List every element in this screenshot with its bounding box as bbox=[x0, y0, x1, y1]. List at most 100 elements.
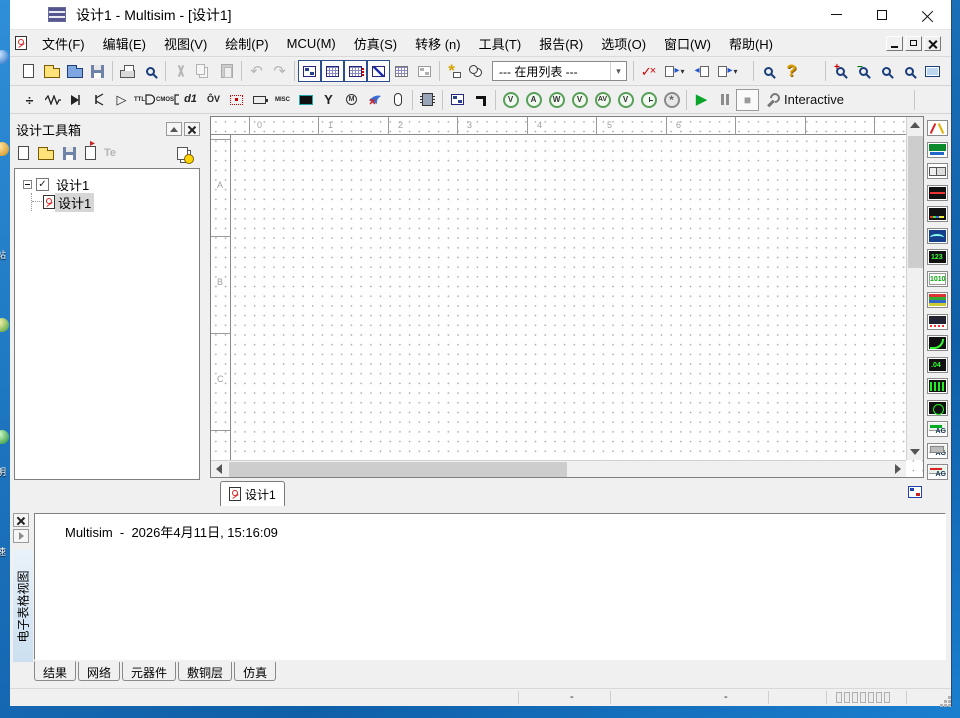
new-button[interactable] bbox=[17, 60, 40, 82]
close-button[interactable] bbox=[905, 0, 951, 29]
find-button[interactable] bbox=[757, 60, 780, 82]
tree-child-row[interactable]: 设计1 bbox=[15, 193, 199, 211]
place-indicator-button[interactable] bbox=[225, 89, 248, 111]
menu-mcu[interactable]: MCU(M) bbox=[278, 36, 345, 51]
print-preview-button[interactable] bbox=[139, 60, 162, 82]
tab-copper-layers[interactable]: 敷铜层 bbox=[178, 662, 232, 681]
power-probe-button[interactable]: W bbox=[545, 89, 568, 111]
document-icon[interactable] bbox=[15, 36, 27, 50]
tree-checkbox[interactable]: ✓ bbox=[36, 178, 49, 191]
menu-edit[interactable]: 编辑(E) bbox=[94, 34, 155, 53]
fullscreen-button[interactable] bbox=[921, 60, 944, 82]
logic-converter-button[interactable] bbox=[926, 312, 949, 332]
digital-probe-button[interactable] bbox=[637, 89, 660, 111]
recent-designs-icon[interactable] bbox=[177, 147, 188, 160]
scroll-right-icon[interactable] bbox=[895, 464, 901, 474]
menu-reports[interactable]: 报告(R) bbox=[530, 34, 592, 53]
mdi-restore-button[interactable] bbox=[905, 36, 922, 51]
place-analog-button[interactable]: ▷ bbox=[110, 89, 133, 111]
vertical-scroll-thumb[interactable] bbox=[908, 136, 923, 268]
open-button[interactable] bbox=[40, 60, 63, 82]
tree-child-label[interactable]: 设计1 bbox=[55, 193, 94, 212]
maximize-button[interactable] bbox=[859, 0, 905, 29]
help-button[interactable]: ? bbox=[780, 60, 803, 82]
iv-analyzer-button[interactable] bbox=[926, 333, 949, 353]
place-digital-button[interactable]: d1 bbox=[179, 89, 202, 111]
place-diode-button[interactable] bbox=[64, 89, 87, 111]
zoom-out-button[interactable]: − bbox=[852, 60, 875, 82]
forwardannotate-button[interactable]: ▸▾ bbox=[713, 60, 743, 82]
edit-hierarchy-icon[interactable] bbox=[908, 486, 922, 498]
voltage-reference-probe-button[interactable]: V bbox=[614, 89, 637, 111]
menu-simulate[interactable]: 仿真(S) bbox=[345, 34, 406, 53]
place-source-button[interactable]: ÷ bbox=[18, 89, 41, 111]
tab-nets[interactable]: 网络 bbox=[78, 662, 120, 681]
spectrum-analyzer-button[interactable] bbox=[926, 376, 949, 396]
menu-options[interactable]: 选项(O) bbox=[592, 34, 655, 53]
place-connector-button[interactable] bbox=[386, 89, 409, 111]
probe-settings-button[interactable]: * bbox=[660, 89, 683, 111]
horizontal-scroll-thumb[interactable] bbox=[229, 462, 567, 477]
paste-button[interactable] bbox=[215, 60, 238, 82]
place-misc-button[interactable]: MISC bbox=[271, 89, 294, 111]
place-mixed-button[interactable]: ÔV bbox=[202, 89, 225, 111]
scroll-up-icon[interactable] bbox=[910, 122, 920, 128]
spreadsheet-close-button[interactable] bbox=[13, 513, 29, 527]
menu-transfer[interactable]: 转移 (n) bbox=[406, 34, 470, 53]
cut-button[interactable] bbox=[169, 60, 192, 82]
word-generator-button[interactable]: 1010 bbox=[926, 269, 949, 289]
tab-results[interactable]: 结果 bbox=[34, 661, 76, 681]
place-ni-component-button[interactable] bbox=[363, 89, 386, 111]
mdi-close-button[interactable] bbox=[924, 36, 941, 51]
open-sample-button[interactable] bbox=[63, 60, 86, 82]
mdi-minimize-button[interactable] bbox=[886, 36, 903, 51]
hierarchical-block-button[interactable] bbox=[446, 89, 469, 111]
menu-file[interactable]: 文件(F) bbox=[33, 34, 94, 53]
vertical-scrollbar[interactable] bbox=[906, 117, 923, 460]
tab-simulation[interactable]: 仿真 bbox=[234, 662, 276, 681]
minimize-button[interactable] bbox=[813, 0, 859, 29]
menu-tools[interactable]: 工具(T) bbox=[470, 34, 531, 53]
scroll-left-icon[interactable] bbox=[216, 464, 222, 474]
zoom-fit-button[interactable] bbox=[898, 60, 921, 82]
print-button[interactable] bbox=[116, 60, 139, 82]
backannotate-button[interactable]: ◂ bbox=[690, 60, 713, 82]
database-manager-button[interactable] bbox=[466, 60, 489, 82]
place-electromechanical-button[interactable]: M bbox=[340, 89, 363, 111]
export-to-pcb-button[interactable]: ▸▾ bbox=[660, 60, 690, 82]
agilent-function-generator-button[interactable]: AG bbox=[926, 419, 949, 439]
run-simulation-button[interactable]: ▶ bbox=[690, 89, 713, 111]
zoom-in-button[interactable]: + bbox=[829, 60, 852, 82]
stop-simulation-button[interactable]: ■ bbox=[736, 89, 759, 111]
combobox-dropdown-icon[interactable]: ▾ bbox=[610, 62, 626, 80]
undo-button[interactable]: ↶ bbox=[245, 60, 268, 82]
in-use-list-combobox[interactable]: --- 在用列表 --- ▾ bbox=[492, 61, 627, 81]
voltage-current-probe-button[interactable]: AV bbox=[591, 89, 614, 111]
toggle-grapher-button[interactable] bbox=[367, 60, 390, 82]
toggle-spreadsheet-view-button[interactable] bbox=[321, 60, 344, 82]
frequency-counter-button[interactable]: 123 bbox=[926, 247, 949, 267]
resize-grip[interactable] bbox=[944, 700, 947, 703]
place-basic-button[interactable] bbox=[41, 89, 64, 111]
place-ttl-button[interactable]: TTL bbox=[133, 89, 156, 111]
agilent-oscilloscope-button[interactable]: AG bbox=[926, 462, 949, 482]
tree-root-row[interactable]: ✓ 设计1 bbox=[15, 175, 199, 193]
oscilloscope-button[interactable] bbox=[926, 183, 949, 203]
tree-collapse-icon[interactable] bbox=[23, 180, 32, 189]
create-component-button[interactable]: * bbox=[443, 60, 466, 82]
spreadsheet-expand-button[interactable] bbox=[13, 529, 29, 543]
zoom-area-button[interactable] bbox=[875, 60, 898, 82]
voltage-probe-button[interactable]: V bbox=[499, 89, 522, 111]
menu-help[interactable]: 帮助(H) bbox=[720, 34, 782, 53]
hierarchy-button[interactable] bbox=[413, 60, 436, 82]
differential-voltage-probe-button[interactable]: V bbox=[568, 89, 591, 111]
tab-components[interactable]: 元器件 bbox=[122, 662, 176, 681]
menu-view[interactable]: 视图(V) bbox=[155, 34, 216, 53]
multisim-app-icon[interactable] bbox=[48, 7, 66, 22]
menu-window[interactable]: 窗口(W) bbox=[655, 34, 720, 53]
function-generator-button[interactable] bbox=[926, 140, 949, 160]
schematic-canvas[interactable]: 0 1 2 3 4 5 6 A B C bbox=[210, 116, 924, 478]
panel-close-button[interactable] bbox=[184, 122, 200, 136]
document-tab-design1[interactable]: 设计1 bbox=[220, 481, 285, 506]
place-bus-button[interactable] bbox=[469, 89, 492, 111]
